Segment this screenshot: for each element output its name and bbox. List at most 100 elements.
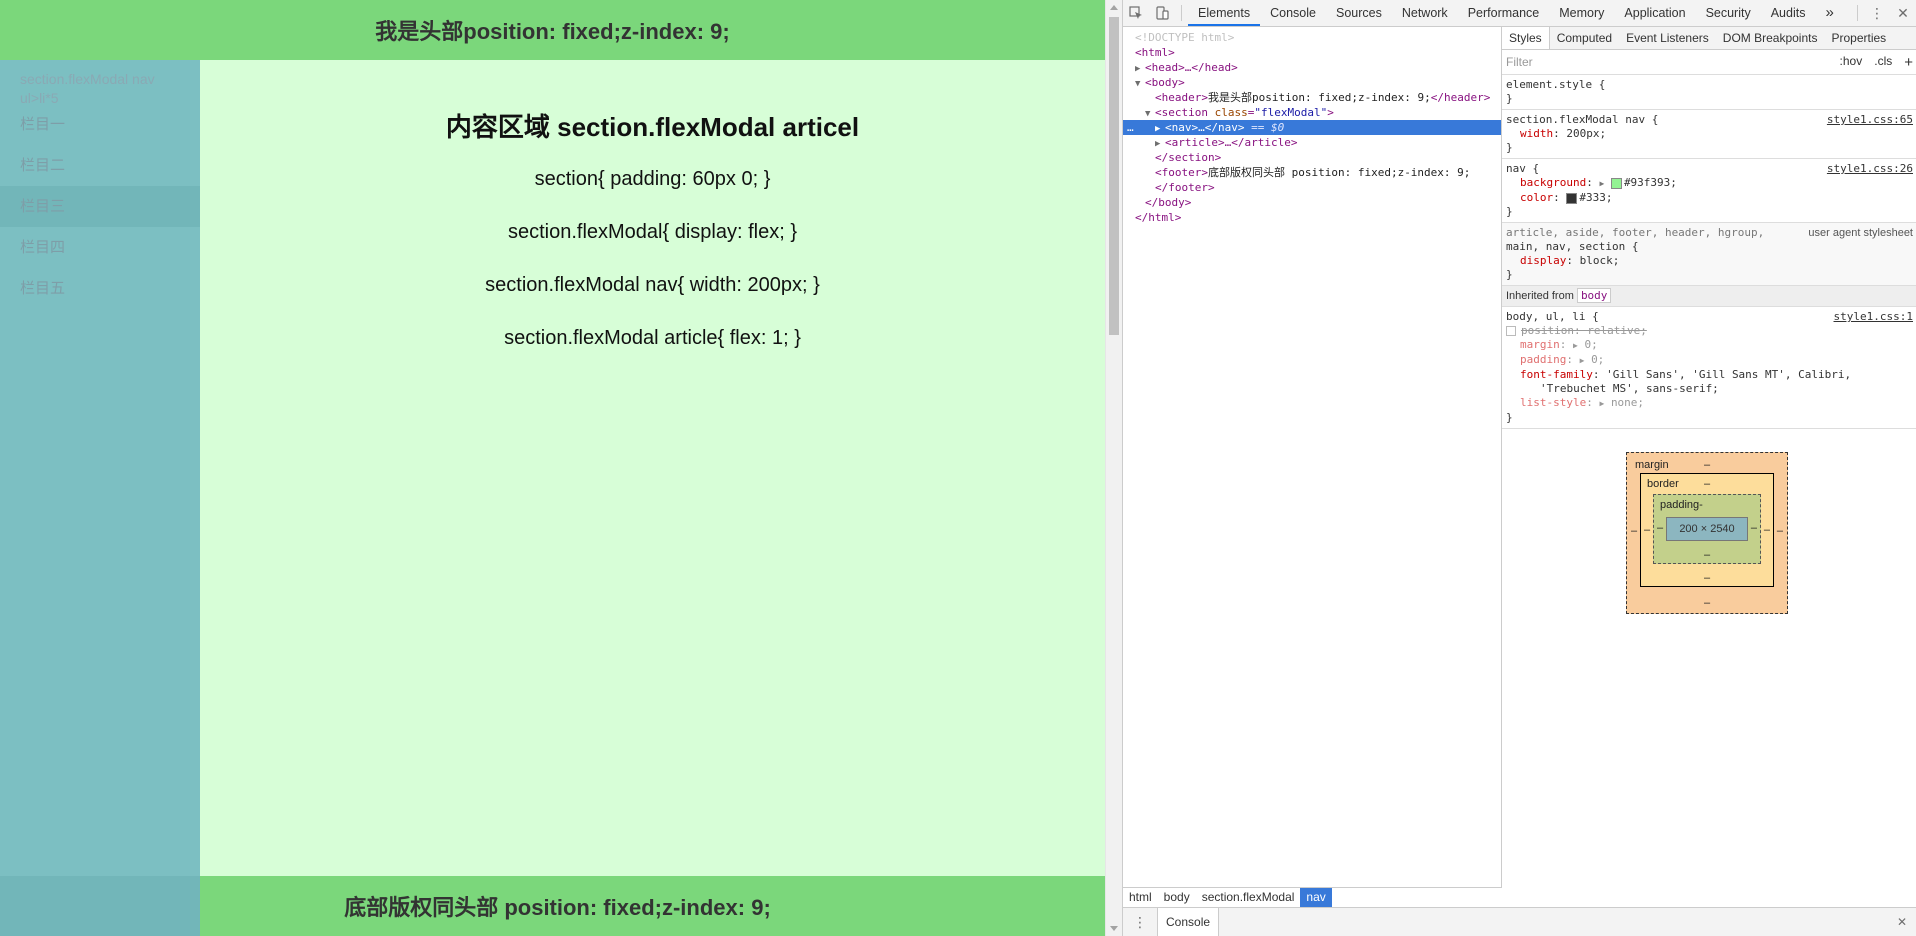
color-swatch-icon[interactable] xyxy=(1566,192,1578,204)
nav-item-3[interactable]: 栏目三 xyxy=(0,186,200,227)
css-property-inherited-na[interactable]: margin: ▶ 0; xyxy=(1506,338,1913,353)
box-model-content[interactable]: 200 × 2540 xyxy=(1666,517,1748,541)
css-property-disabled[interactable]: position: relative; xyxy=(1506,324,1913,338)
scrollbar-thumb[interactable] xyxy=(1109,17,1119,335)
tab-performance[interactable]: Performance xyxy=(1458,0,1550,26)
tree-section[interactable]: ▼ <section class="flexModal"> xyxy=(1123,105,1501,120)
inherited-from-link[interactable]: body xyxy=(1576,288,1612,303)
inspect-element-icon[interactable] xyxy=(1123,0,1149,26)
css-property[interactable]: background: ▶ #93f393; xyxy=(1506,176,1913,191)
tab-computed[interactable]: Computed xyxy=(1550,27,1619,49)
nav-item-1[interactable]: 栏目一 xyxy=(0,104,200,145)
crumb-body[interactable]: body xyxy=(1158,888,1196,907)
tab-memory[interactable]: Memory xyxy=(1549,0,1614,26)
tree-footer-close[interactable]: </footer> xyxy=(1123,180,1501,195)
margin-bottom-value[interactable]: – xyxy=(1704,597,1710,609)
tab-audits[interactable]: Audits xyxy=(1761,0,1816,26)
css-property[interactable]: color: #333; xyxy=(1506,191,1913,205)
tab-sources[interactable]: Sources xyxy=(1326,0,1392,26)
border-top-value[interactable]: – xyxy=(1704,478,1710,490)
tree-header[interactable]: <header>我是头部position: fixed;z-index: 9;<… xyxy=(1123,90,1501,105)
crumb-html[interactable]: html xyxy=(1123,888,1158,907)
margin-right-value[interactable]: – xyxy=(1777,525,1783,537)
tab-security[interactable]: Security xyxy=(1696,0,1761,26)
drawer-menu-icon[interactable]: ⋮ xyxy=(1123,914,1157,931)
tree-nav-selected[interactable]: … ▶ <nav>…</nav> == $0 xyxy=(1123,120,1501,135)
rule-selector[interactable]: nav { xyxy=(1506,162,1539,176)
kebab-menu-icon[interactable]: ⋮ xyxy=(1864,0,1890,26)
expand-shorthand-icon[interactable]: ▶ xyxy=(1599,399,1604,408)
tree-body-close[interactable]: </body> xyxy=(1123,195,1501,210)
expand-shorthand-icon[interactable]: ▶ xyxy=(1573,341,1578,350)
hov-toggle-button[interactable]: :hov xyxy=(1840,54,1863,71)
nav-item-2[interactable]: 栏目二 xyxy=(0,145,200,186)
tab-application[interactable]: Application xyxy=(1614,0,1695,26)
nav-item-5[interactable]: 栏目五 xyxy=(0,268,200,309)
tab-event-listeners[interactable]: Event Listeners xyxy=(1619,27,1716,49)
styles-filter-input[interactable]: Filter xyxy=(1506,55,1533,69)
tree-article[interactable]: ▶ <article>…</article> xyxy=(1123,135,1501,150)
css-property-inherited-na[interactable]: padding: ▶ 0; xyxy=(1506,353,1913,368)
tab-network[interactable]: Network xyxy=(1392,0,1458,26)
scroll-up-arrow-icon[interactable] xyxy=(1110,5,1118,10)
expand-triangle-icon[interactable]: ▶ xyxy=(1155,137,1165,150)
tree-section-close[interactable]: </section> xyxy=(1123,150,1501,165)
css-property[interactable]: width: 200px; xyxy=(1506,127,1913,141)
color-swatch-icon[interactable] xyxy=(1610,177,1622,189)
new-rule-button[interactable]: + xyxy=(1904,54,1913,71)
page-scrollbar[interactable] xyxy=(1105,0,1122,936)
more-tabs-icon[interactable]: » xyxy=(1815,0,1843,26)
rule-source-link[interactable]: style1.css:26 xyxy=(1827,162,1913,176)
crumb-section[interactable]: section.flexModal xyxy=(1196,888,1301,907)
tree-head[interactable]: ▶ <head>…</head> xyxy=(1123,60,1501,75)
tree-html-close[interactable]: </html> xyxy=(1123,210,1501,225)
section-attr-name: class xyxy=(1214,106,1248,119)
article-line: section.flexModal{ display: flex; } xyxy=(507,221,798,243)
css-property-inherited-na[interactable]: list-style: ▶ none; xyxy=(1506,396,1913,411)
rule-source-link[interactable]: style1.css:1 xyxy=(1834,310,1913,324)
padding-right-value[interactable]: – xyxy=(1751,522,1757,534)
collapse-triangle-icon[interactable]: ▼ xyxy=(1145,107,1155,120)
rule-selector[interactable]: body, ul, li { xyxy=(1506,310,1599,324)
expand-shorthand-icon[interactable]: ▶ xyxy=(1580,356,1585,365)
padding-left-value[interactable]: – xyxy=(1657,522,1663,534)
collapse-triangle-icon[interactable]: ▼ xyxy=(1135,77,1145,90)
box-model-padding[interactable]: padding- – – – 200 × 2540 xyxy=(1653,494,1761,564)
close-devtools-icon[interactable]: ✕ xyxy=(1890,0,1916,26)
property-value: #333; xyxy=(1579,191,1613,204)
tab-elements[interactable]: Elements xyxy=(1188,0,1261,26)
margin-top-value[interactable]: – xyxy=(1704,459,1710,471)
rule-source-link[interactable]: style1.css:65 xyxy=(1827,113,1913,127)
tree-footer[interactable]: <footer>底部版权同头部 position: fixed;z-index:… xyxy=(1123,165,1501,180)
cls-toggle-button[interactable]: .cls xyxy=(1874,54,1892,71)
scroll-down-arrow-icon[interactable] xyxy=(1110,926,1118,931)
gutter-dots-icon[interactable]: … xyxy=(1127,120,1155,135)
border-bottom-value[interactable]: – xyxy=(1704,572,1710,584)
expand-triangle-icon[interactable]: ▶ xyxy=(1135,62,1145,75)
tree-body[interactable]: ▼ <body> xyxy=(1123,75,1501,90)
expand-shorthand-icon[interactable]: ▶ xyxy=(1599,179,1604,188)
box-model-border[interactable]: border – – – – padding- – – – 200 × 2540 xyxy=(1640,473,1774,587)
tab-dom-breakpoints[interactable]: DOM Breakpoints xyxy=(1716,27,1825,49)
tree-doctype[interactable]: <!DOCTYPE html> xyxy=(1123,30,1501,45)
padding-bottom-value[interactable]: – xyxy=(1704,549,1710,561)
tree-html[interactable]: <html> xyxy=(1123,45,1501,60)
tab-console[interactable]: Console xyxy=(1260,0,1326,26)
drawer-tab-console[interactable]: Console xyxy=(1157,908,1220,936)
css-property[interactable]: font-family: 'Gill Sans', 'Gill Sans MT'… xyxy=(1506,368,1913,382)
border-left-value[interactable]: – xyxy=(1644,524,1650,536)
tab-styles[interactable]: Styles xyxy=(1502,27,1550,49)
expand-triangle-icon[interactable]: ▶ xyxy=(1155,122,1165,135)
tab-properties[interactable]: Properties xyxy=(1824,27,1893,49)
rule-selector[interactable]: section.flexModal nav { xyxy=(1506,113,1658,127)
page-header-text: 我是头部position: fixed;z-index: 9; xyxy=(375,19,730,44)
property-checkbox[interactable] xyxy=(1506,326,1516,336)
device-toolbar-icon[interactable] xyxy=(1149,0,1175,26)
rule-selector[interactable]: element.style { xyxy=(1506,78,1913,92)
border-right-value[interactable]: – xyxy=(1764,524,1770,536)
box-model-margin[interactable]: margin – – – – border – – – – padding- –… xyxy=(1626,452,1788,614)
margin-left-value[interactable]: – xyxy=(1631,525,1637,537)
crumb-nav[interactable]: nav xyxy=(1300,888,1332,907)
close-drawer-icon[interactable]: ✕ xyxy=(1897,915,1916,929)
nav-item-4[interactable]: 栏目四 xyxy=(0,227,200,268)
